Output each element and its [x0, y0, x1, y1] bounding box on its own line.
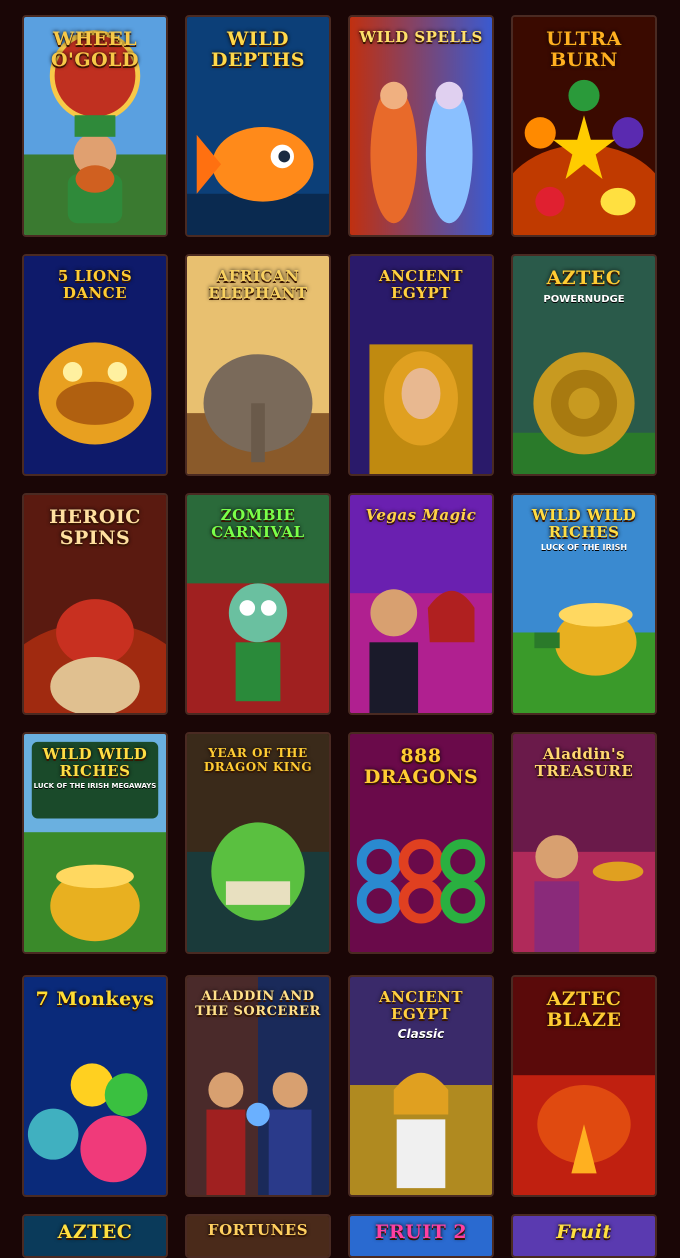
- game-title: AZTEC BLAZE: [546, 988, 622, 1031]
- game-tile-7-monkeys[interactable]: 7 Monkeys: [22, 975, 168, 1197]
- game-subtitle: POWERNUDGE: [543, 294, 625, 305]
- game-title: 5 LIONS DANCE: [57, 267, 133, 302]
- game-tile-wild-depths[interactable]: WILD DEPTHS: [185, 15, 331, 237]
- game-title: WILD DEPTHS: [210, 28, 306, 71]
- game-title: ANCIENT EGYPT: [378, 267, 464, 302]
- game-title: Vegas Magic: [365, 506, 477, 524]
- game-title: FORTUNES: [207, 1221, 309, 1239]
- game-title: Aladdin's TREASURE: [534, 745, 634, 780]
- game-tile-aztec-powernudge[interactable]: AZTEC POWERNUDGE: [511, 254, 657, 476]
- game-tile-aladdin-and-the-sorcerer[interactable]: ALADDIN AND THE SORCERER: [185, 975, 331, 1197]
- game-title: WHEEL O'GOLD: [51, 28, 139, 71]
- game-tile-ancient-egypt-classic[interactable]: ANCIENT EGYPT Classic: [348, 975, 494, 1197]
- game-title: ULTRA BURN: [546, 28, 622, 71]
- game-tile-year-of-the-dragon-king[interactable]: YEAR OF THE DRAGON KING: [185, 732, 331, 954]
- game-title: WILD WILD RICHES: [42, 745, 148, 780]
- game-title: ZOMBIE CARNIVAL: [211, 506, 305, 541]
- game-title: 7 Monkeys: [35, 988, 155, 1010]
- game-title: WILD SPELLS: [359, 28, 483, 46]
- game-grid: WHEEL O'GOLD WILD DEPTHS WILD SPELLS ULT…: [0, 0, 680, 1258]
- game-tile-aladdins-treasure[interactable]: Aladdin's TREASURE: [511, 732, 657, 954]
- game-tile-heroic-spins[interactable]: HEROIC SPINS: [22, 493, 168, 715]
- game-title: AFRICAN ELEPHANT: [208, 267, 308, 302]
- game-tile-african-elephant[interactable]: AFRICAN ELEPHANT: [185, 254, 331, 476]
- game-tile-wheel-o-gold[interactable]: WHEEL O'GOLD: [22, 15, 168, 237]
- game-tile-ultra-burn[interactable]: ULTRA BURN: [511, 15, 657, 237]
- game-tile-888-dragons[interactable]: 888 DRAGONS: [348, 732, 494, 954]
- game-tile-fortunes[interactable]: FORTUNES: [185, 1214, 331, 1258]
- game-tile-zombie-carnival[interactable]: ZOMBIE CARNIVAL: [185, 493, 331, 715]
- game-title: YEAR OF THE DRAGON KING: [203, 746, 313, 774]
- game-tile-aztec-blaze[interactable]: AZTEC BLAZE: [511, 975, 657, 1197]
- game-title: HEROIC SPINS: [49, 506, 141, 549]
- game-title: ANCIENT EGYPT: [378, 988, 464, 1023]
- game-title: FRUIT 2: [374, 1221, 468, 1243]
- game-tile-fruit[interactable]: Fruit: [511, 1214, 657, 1258]
- game-tile-ancient-egypt[interactable]: ANCIENT EGYPT: [348, 254, 494, 476]
- game-title: ALADDIN AND THE SORCERER: [195, 989, 321, 1019]
- game-title: WILD WILD RICHES: [531, 506, 637, 541]
- magicians-icon: [350, 495, 492, 713]
- game-title: Fruit: [556, 1221, 612, 1243]
- game-subtitle: LUCK OF THE IRISH: [540, 543, 628, 552]
- game-tile-5-lions-dance[interactable]: 5 LIONS DANCE: [22, 254, 168, 476]
- game-title: AZTEC: [57, 1221, 133, 1243]
- game-tile-vegas-magic[interactable]: Vegas Magic: [348, 493, 494, 715]
- sorceresses-icon: [350, 17, 492, 235]
- game-title: 888 DRAGONS: [363, 745, 479, 788]
- game-tile-aztec[interactable]: AZTEC: [22, 1214, 168, 1258]
- game-tile-wild-wild-riches[interactable]: WILD WILD RICHES LUCK OF THE IRISH: [511, 493, 657, 715]
- game-tile-wild-wild-riches-megaways[interactable]: WILD WILD RICHES LUCK OF THE IRISH MEGAW…: [22, 732, 168, 954]
- game-subtitle: Classic: [397, 1027, 445, 1041]
- game-tile-wild-spells[interactable]: WILD SPELLS: [348, 15, 494, 237]
- game-tile-fruit-2[interactable]: FRUIT 2: [348, 1214, 494, 1258]
- game-title: AZTEC: [546, 267, 622, 289]
- game-subtitle: LUCK OF THE IRISH MEGAWAYS: [33, 782, 157, 790]
